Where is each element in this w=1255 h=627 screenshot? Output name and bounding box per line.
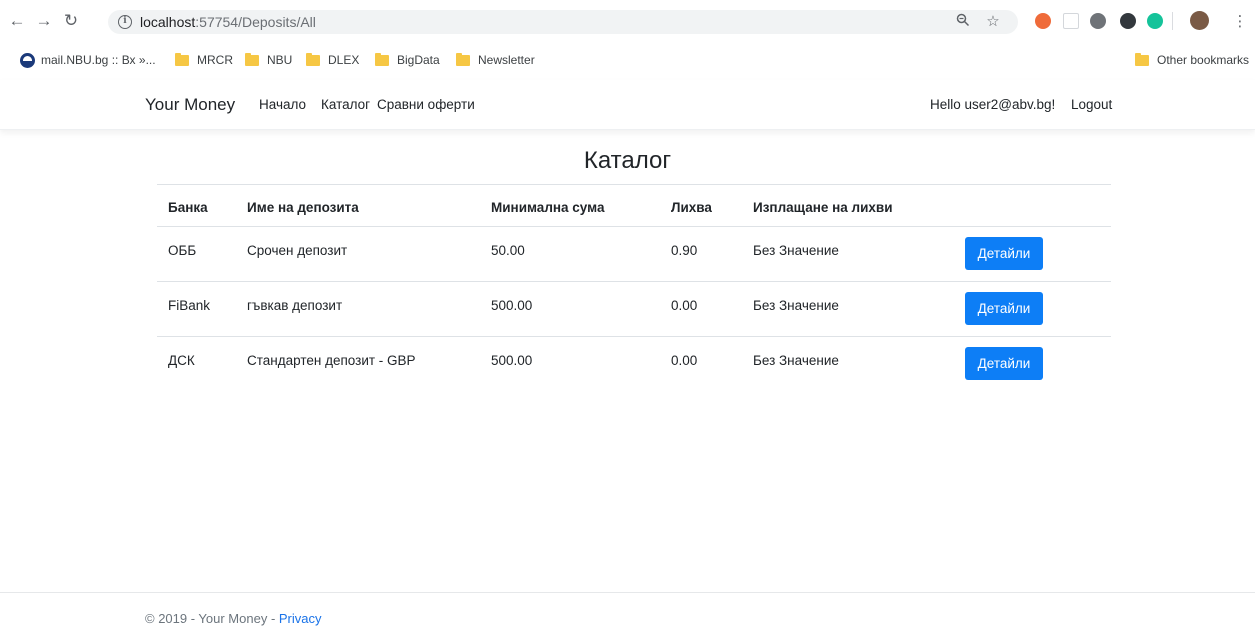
address-bar[interactable]: i localhost:57754/Deposits/All ☆ [108, 10, 1018, 34]
reload-icon[interactable]: ↻ [61, 11, 81, 31]
folder-icon [245, 52, 259, 66]
back-arrow-icon[interactable]: ← [7, 11, 27, 31]
bookmark-nbu[interactable]: NBU [245, 52, 292, 68]
bookmark-mrcr[interactable]: MRCR [175, 52, 233, 68]
cell-name: гъвкав депозит [247, 298, 343, 313]
column-header-bank: Банка [168, 200, 208, 215]
bookmarks-bar: mail.NBU.bg :: Вх »... MRCR NBU DLEX Big… [0, 48, 1255, 72]
menu-dots-icon[interactable]: ⋮ [1230, 11, 1250, 31]
star-bookmark-icon[interactable]: ☆ [984, 13, 1002, 31]
cell-interest: 0.00 [671, 298, 698, 313]
bookmark-other[interactable]: Other bookmarks [1135, 52, 1249, 68]
privacy-link[interactable]: Privacy [279, 611, 322, 626]
deposits-table: Банка Име на депозита Минимална сума Лих… [157, 184, 1111, 392]
bookmark-mail-nbu[interactable]: mail.NBU.bg :: Вх »... [20, 52, 156, 68]
toolbar-divider [1172, 12, 1173, 30]
cell-payout: Без Значение [753, 353, 839, 368]
user-greeting[interactable]: Hello user2@abv.bg! [930, 97, 1055, 112]
details-button[interactable]: Детайли [965, 292, 1043, 325]
bookmark-dlex[interactable]: DLEX [306, 52, 359, 68]
browser-toolbar: ← → ↻ i localhost:57754/Deposits/All ☆ ⋮ [0, 0, 1255, 42]
footer: © 2019 - Your Money - Privacy [145, 611, 322, 626]
bookmark-newsletter[interactable]: Newsletter [456, 52, 535, 68]
folder-icon [456, 52, 470, 66]
folder-icon [306, 52, 320, 66]
cell-interest: 0.90 [671, 243, 698, 258]
folder-icon [175, 52, 189, 66]
cell-min-amount: 50.00 [491, 243, 525, 258]
nbu-logo-icon [20, 52, 35, 68]
footer-text: © 2019 - Your Money - [145, 611, 279, 626]
table-row: ОББ Срочен депозит 50.00 0.90 Без Значен… [157, 227, 1111, 282]
info-icon[interactable]: i [118, 15, 132, 29]
cell-payout: Без Значение [753, 243, 839, 258]
column-header-interest: Лихва [671, 200, 712, 215]
folder-icon [375, 52, 389, 66]
extension-orange-icon[interactable] [1035, 13, 1051, 29]
nav-link-compare[interactable]: Сравни оферти [377, 97, 475, 112]
extension-head-icon[interactable] [1090, 13, 1106, 29]
column-header-min-amount: Минимална сума [491, 200, 605, 215]
cell-bank: ОББ [168, 243, 197, 258]
nav-link-home[interactable]: Начало [259, 97, 306, 112]
table-header: Банка Име на депозита Минимална сума Лих… [157, 184, 1111, 227]
nav-link-catalog[interactable]: Каталог [321, 97, 370, 112]
extension-g-dark-icon[interactable] [1120, 13, 1136, 29]
cell-min-amount: 500.00 [491, 353, 533, 368]
table-row: ДСК Стандартен депозит - GBP 500.00 0.00… [157, 337, 1111, 392]
column-header-payout: Изплащане на лихви [753, 200, 893, 215]
cell-payout: Без Значение [753, 298, 839, 313]
profile-avatar[interactable] [1190, 11, 1209, 30]
cell-interest: 0.00 [671, 353, 698, 368]
grammarly-icon[interactable] [1147, 13, 1163, 29]
bookmark-bigdata[interactable]: BigData [375, 52, 440, 68]
table-row: FiBank гъвкав депозит 500.00 0.00 Без Зн… [157, 282, 1111, 337]
details-button[interactable]: Детайли [965, 237, 1043, 270]
zoom-icon[interactable] [954, 13, 972, 31]
cell-bank: FiBank [168, 298, 211, 313]
app-navbar: Your Money Начало Каталог Сравни оферти … [0, 80, 1255, 130]
brand-link[interactable]: Your Money [145, 95, 235, 115]
page-title: Каталог [583, 147, 672, 174]
column-header-name: Име на депозита [247, 200, 359, 215]
folder-icon [1135, 52, 1149, 66]
url-text: localhost:57754/Deposits/All [140, 14, 316, 30]
footer-divider [0, 592, 1255, 593]
details-button[interactable]: Детайли [965, 347, 1043, 380]
cell-name: Стандартен депозит - GBP [247, 353, 416, 368]
forward-arrow-icon[interactable]: → [34, 11, 54, 31]
extension-blank-icon[interactable] [1063, 13, 1079, 29]
cell-bank: ДСК [168, 353, 195, 368]
cell-name: Срочен депозит [247, 243, 348, 258]
logout-link[interactable]: Logout [1071, 97, 1112, 112]
cell-min-amount: 500.00 [491, 298, 533, 313]
